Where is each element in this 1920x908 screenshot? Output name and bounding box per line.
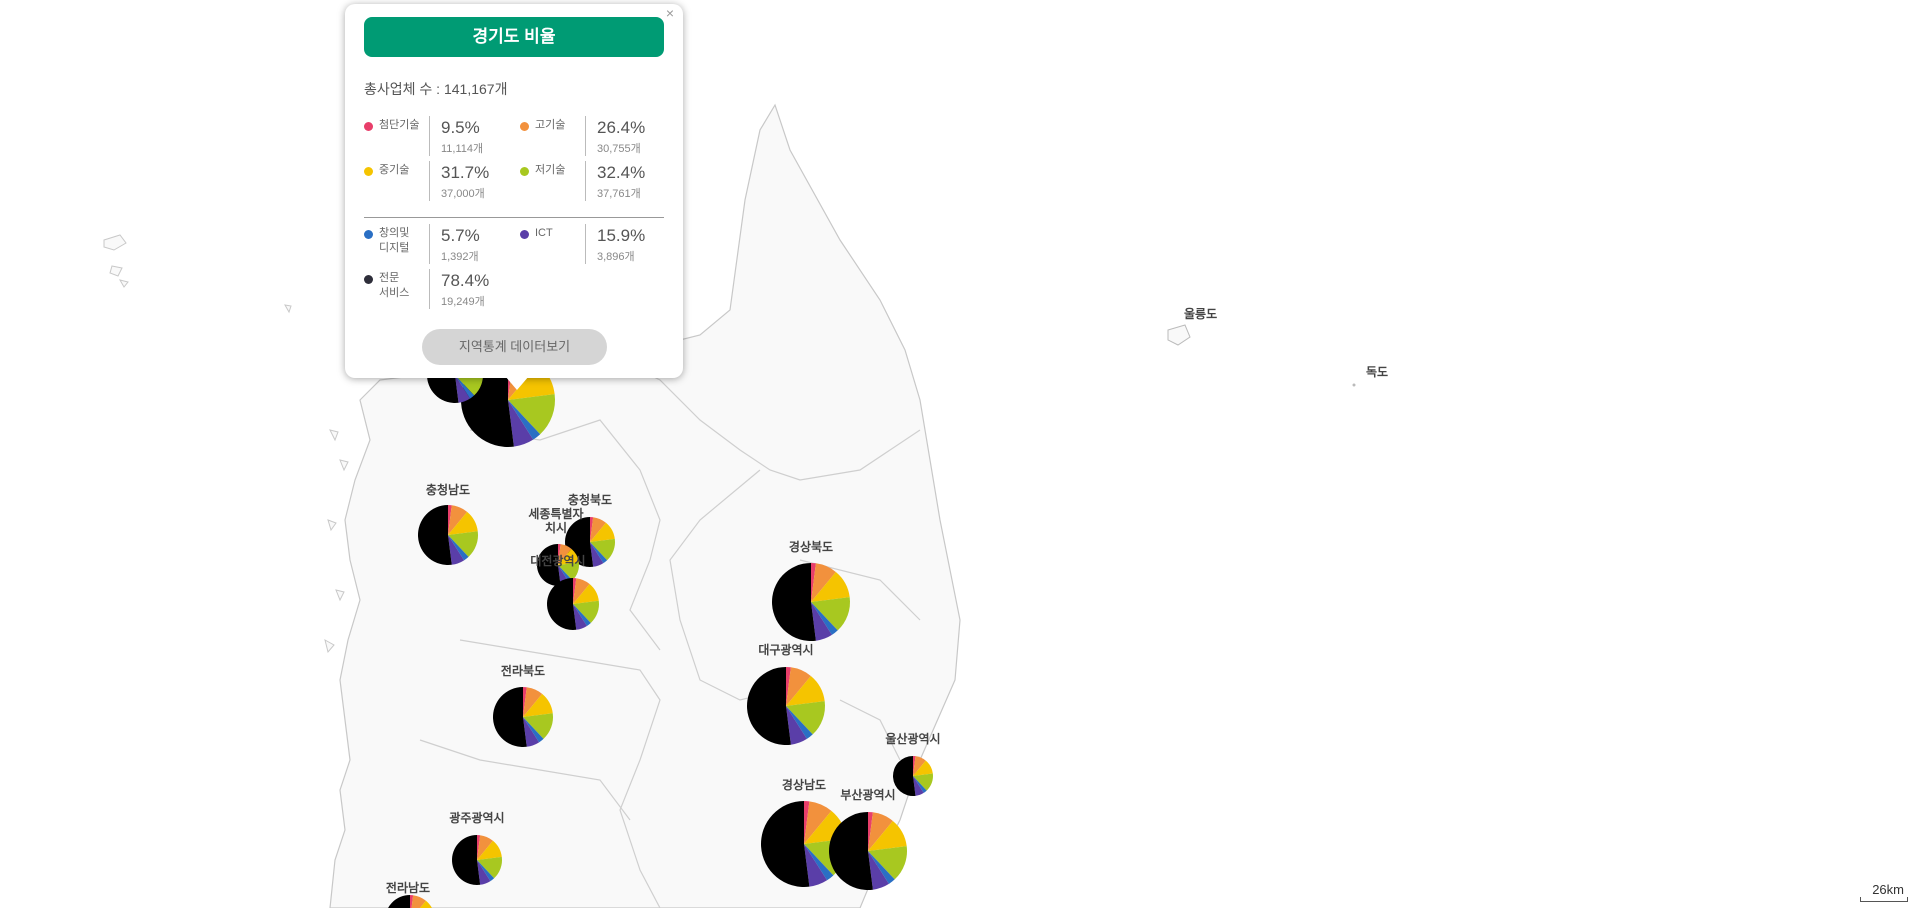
divider-line [429, 161, 430, 201]
item-name: 창의및 디지털 [379, 227, 410, 254]
region-label: 충청북도 [568, 492, 612, 507]
region-label: 부산광역시 [840, 787, 895, 802]
region-pie-5[interactable] [747, 666, 825, 745]
item-cell: ICT 15.9% 3,896개 [520, 224, 670, 266]
region-label: 경상남도 [782, 777, 826, 792]
popup-pointer [505, 376, 529, 390]
item-cell: 고기술 26.4% 30,755개 [520, 116, 670, 158]
region-label: 광주광역시 [449, 810, 504, 825]
item-name: 첨단기술 [379, 119, 420, 131]
legend-dot [364, 122, 373, 131]
total-businesses: 총사업체 수 : 141,167개 [364, 81, 508, 97]
region-data-button[interactable]: 지역통계 데이터보기 [422, 329, 607, 365]
region-pie-3[interactable] [547, 578, 599, 631]
divider-line [585, 116, 586, 156]
item-cell: 창의및 디지털 5.7% 1,392개 [364, 224, 514, 266]
legend-dot [520, 167, 529, 176]
item-pct: 9.5% [441, 118, 480, 137]
item-pct: 15.9% [597, 226, 646, 245]
item-count: 30,755개 [597, 143, 641, 155]
item-name: ICT [535, 227, 553, 239]
item-name: 전문 서비스 [379, 272, 410, 299]
ulleungdo-shape [1167, 324, 1191, 346]
region-label: 치시 [545, 520, 567, 535]
region-pie-4[interactable] [771, 563, 850, 641]
scale-line [1860, 897, 1908, 902]
region-label: 울산광역시 [885, 731, 940, 746]
item-count: 1,392개 [441, 251, 479, 263]
region-label: 세종특별자 [528, 506, 583, 521]
region-label: 경상북도 [789, 539, 833, 554]
region-label: 전라남도 [386, 880, 430, 895]
item-pct: 26.4% [597, 118, 646, 137]
west-islands [103, 234, 349, 654]
item-count: 37,761개 [597, 188, 641, 200]
legend-dot [364, 275, 373, 284]
section-divider [364, 217, 664, 218]
legend-dot [364, 230, 373, 239]
item-cell: 첨단기술 9.5% 11,114개 [364, 116, 514, 158]
korea-map[interactable]: 울릉도 독도 충청남도충청북도세종특별자치시대전광역시 경상북도대구광역시전라북도… [0, 0, 1920, 908]
item-cell: 전문 서비스 78.4% 19,249개 [364, 269, 514, 311]
divider-line [429, 269, 430, 309]
scale-bar: 26km [1860, 882, 1908, 902]
divider-line [429, 224, 430, 264]
divider-line [585, 224, 586, 264]
dokdo-shape [1352, 383, 1356, 387]
item-count: 11,114개 [441, 143, 484, 155]
close-icon[interactable]: × [663, 6, 677, 20]
divider-line [429, 116, 430, 156]
item-name: 고기술 [535, 119, 566, 131]
region-popup: × 경기도 비율 총사업체 수 : 141,167개 첨단기술 9.5% 11,… [345, 4, 683, 390]
item-name: 중기술 [379, 164, 410, 176]
region-label: 충청남도 [426, 482, 470, 497]
dokdo-label: 독도 [1366, 365, 1388, 379]
item-cell: 중기술 31.7% 37,000개 [364, 161, 514, 203]
region-label: 대구광역시 [758, 642, 813, 657]
item-pct: 31.7% [441, 163, 490, 182]
legend-dot [364, 167, 373, 176]
item-count: 37,000개 [441, 188, 485, 200]
region-pie-0[interactable] [418, 505, 478, 565]
item-count: 3,896개 [597, 251, 635, 263]
legend-dot [520, 122, 529, 131]
region-pie-7[interactable] [893, 756, 933, 796]
item-pct: 32.4% [597, 163, 646, 182]
region-pie-6[interactable] [492, 687, 553, 748]
region-label: 대전광역시 [530, 553, 585, 568]
region-pie-10[interactable] [452, 834, 503, 885]
legend-dot [520, 230, 529, 239]
item-pct: 78.4% [441, 271, 490, 290]
popup-title: 경기도 비율 [364, 17, 664, 57]
divider-line [585, 161, 586, 201]
item-name: 저기술 [535, 164, 566, 176]
region-label: 전라북도 [501, 663, 545, 678]
region-pie-9[interactable] [829, 812, 907, 890]
ulleungdo-label: 울릉도 [1184, 306, 1217, 321]
item-count: 19,249개 [441, 296, 485, 308]
scale-label: 26km [1872, 882, 1904, 897]
item-cell: 저기술 32.4% 37,761개 [520, 161, 670, 203]
item-pct: 5.7% [441, 226, 480, 245]
